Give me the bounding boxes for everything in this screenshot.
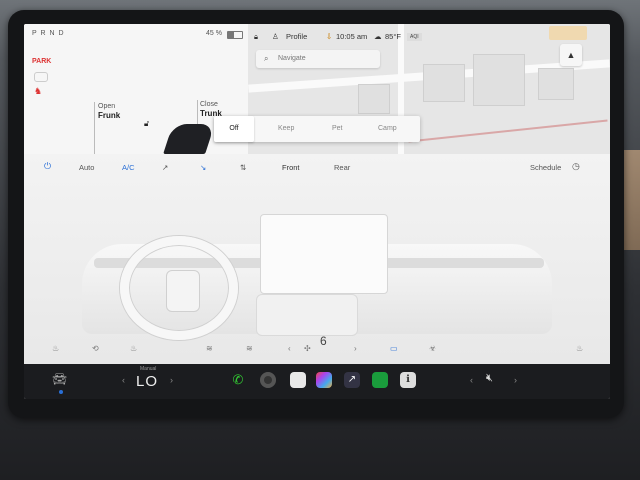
tab-front[interactable]: Front	[282, 163, 300, 172]
fan-down-arrow[interactable]: ‹	[288, 344, 291, 353]
console-shape	[256, 294, 358, 336]
frunk-action: Open	[98, 103, 116, 110]
steering-hub-shape	[166, 270, 200, 312]
park-indicator: PARK	[32, 58, 52, 65]
ac-button[interactable]: A/C	[122, 163, 135, 172]
outside-temp: 85°F	[385, 32, 401, 41]
update-icon[interactable]: ⇩	[326, 32, 332, 41]
airflow-feet-icon[interactable]: ↘	[200, 163, 206, 172]
mode-pet-button[interactable]: Pet	[332, 125, 343, 132]
climate-panel: ⏻ Auto A/C ↗ ↘ ⇅ Front Rear Schedule ◷ 6…	[24, 154, 610, 364]
temp-up-arrow[interactable]: ›	[170, 375, 173, 385]
vent-display-icon[interactable]: ▭	[390, 344, 398, 353]
fan-icon: ✣	[304, 344, 311, 353]
fan-up-arrow[interactable]: ›	[354, 344, 357, 353]
front-defrost-icon[interactable]: ≋	[246, 344, 253, 353]
bioweapon-mode-icon[interactable]: ☣	[429, 344, 436, 353]
navigate-placeholder: Navigate	[278, 55, 306, 62]
lock-status-icon[interactable]: 🔒︎	[254, 32, 258, 42]
active-indicator	[59, 390, 63, 394]
tab-rear[interactable]: Rear	[334, 163, 350, 172]
apps-icon[interactable]	[316, 372, 332, 388]
gear-indicator: P R N D	[32, 30, 65, 37]
camera-icon[interactable]	[260, 372, 276, 388]
map-route-line	[408, 119, 608, 143]
airflow-both-icon[interactable]: ⇅	[240, 163, 246, 172]
profile-icon[interactable]: ♙	[272, 32, 279, 41]
rear-defrost-icon[interactable]: ≋	[206, 344, 213, 353]
volume-down-arrow[interactable]: ‹	[470, 375, 473, 385]
seat-heater-left-icon[interactable]: ♨	[52, 344, 59, 353]
volume-icon[interactable]: 🔇︎	[486, 372, 493, 385]
cabin-temp-value[interactable]: LO	[136, 373, 158, 390]
power-icon[interactable]: ⏻	[44, 161, 51, 172]
weather-icon: ☁	[374, 32, 382, 41]
trunk-action: Close	[200, 101, 218, 108]
map-block	[538, 68, 574, 100]
lock-icon[interactable]: 🔓︎	[144, 119, 149, 129]
spotify-icon[interactable]	[372, 372, 388, 388]
map-block	[473, 54, 525, 106]
temp-mode-label: Manual	[140, 366, 157, 372]
headlight-icon	[34, 72, 48, 82]
map-block	[358, 84, 390, 114]
touchscreen: P R N D PARK ♞ 45 % Open Frunk 🔓︎ Close …	[24, 24, 610, 399]
browser-icon[interactable]: ↗	[344, 372, 360, 388]
map-block	[423, 64, 465, 102]
compass-button[interactable]: ▲	[560, 44, 582, 66]
battery-icon	[227, 31, 243, 39]
climate-toolbar: ⏻ Auto A/C ↗ ↘ ⇅ Front Rear Schedule ◷	[24, 154, 610, 180]
mode-camp-button[interactable]: Camp	[378, 125, 397, 132]
frunk-leader-line	[94, 102, 95, 154]
clock-icon[interactable]: ◷	[572, 161, 580, 172]
climate-controls-row: ♨ ⟲ ♨ ≋ ≋ ‹ ✣ › ▭ ☣ ♨	[24, 340, 610, 364]
battery-percent: 45 %	[206, 30, 222, 37]
notes-icon[interactable]	[290, 372, 306, 388]
steering-heater-icon[interactable]: ♨	[130, 344, 137, 353]
info-icon[interactable]: ℹ	[400, 372, 416, 388]
center-screen-shape	[260, 214, 388, 294]
airflow-face-icon[interactable]: ↗	[162, 163, 168, 172]
bottom-dock: 🚘︎ ‹ Manual LO › ✆ ↗ ℹ ‹ 🔇︎ ›	[24, 364, 610, 399]
climate-mode-popup: Off Keep Pet Camp	[214, 116, 420, 142]
temp-down-arrow[interactable]: ‹	[122, 375, 125, 385]
notification-badge[interactable]	[549, 26, 587, 40]
seat-heater-right-icon[interactable]: ♨	[576, 344, 583, 353]
seatbelt-icon: ♞	[34, 86, 43, 96]
mode-keep-button[interactable]: Keep	[278, 125, 294, 132]
frunk-control[interactable]: Open Frunk	[98, 102, 120, 120]
volume-up-arrow[interactable]: ›	[514, 375, 517, 385]
navigate-search[interactable]: ⌕ Navigate	[256, 50, 380, 68]
auto-button[interactable]: Auto	[79, 163, 94, 172]
frunk-label: Frunk	[98, 111, 121, 120]
mode-off-button[interactable]: Off	[214, 116, 254, 142]
schedule-button[interactable]: Schedule	[530, 163, 561, 172]
car-icon[interactable]: 🚘︎	[52, 372, 67, 386]
aqi-badge: AQI	[407, 33, 422, 41]
search-icon: ⌕	[264, 54, 269, 63]
car-model-image	[163, 124, 215, 154]
clock: 10:05 am	[336, 32, 368, 41]
profile-label[interactable]: Profile	[286, 32, 307, 41]
phone-icon[interactable]: ✆	[230, 372, 246, 388]
recirculate-icon[interactable]: ⟲	[92, 344, 99, 353]
